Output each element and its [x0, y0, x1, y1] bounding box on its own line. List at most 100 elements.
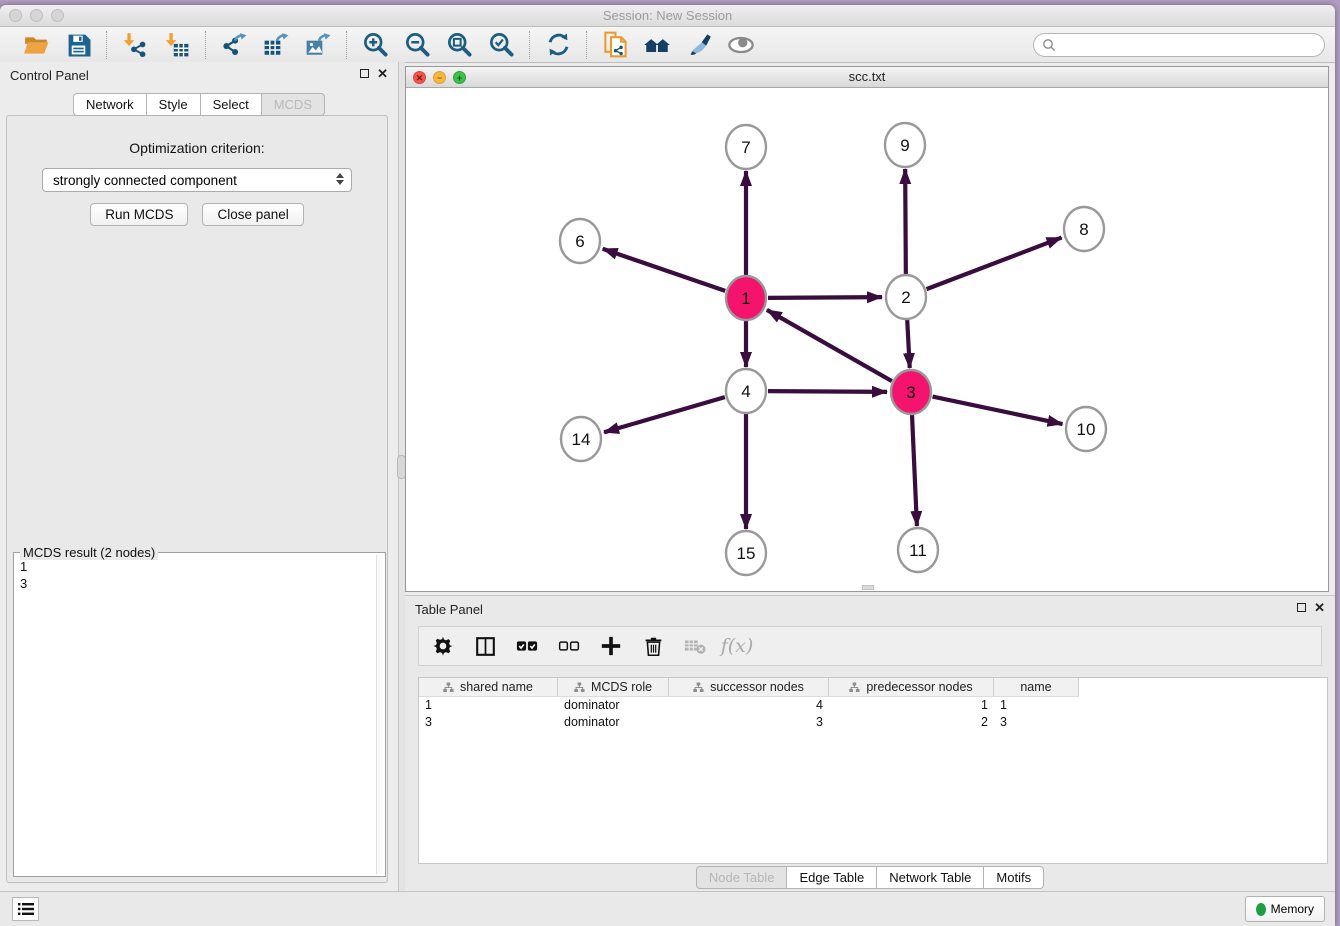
edge-1-2[interactable]: [768, 297, 882, 298]
edge-3-11[interactable]: [912, 414, 917, 526]
node-9[interactable]: 9: [885, 123, 925, 167]
export-table-icon[interactable]: [262, 31, 290, 59]
node-1[interactable]: 1: [726, 276, 766, 320]
tab-select[interactable]: Select: [201, 93, 262, 116]
table-toolbar: f(x): [418, 626, 1322, 666]
tab-motifs[interactable]: Motifs: [984, 866, 1044, 889]
zoom-window-icon[interactable]: [51, 9, 64, 22]
control-panel: Control Panel ✕ NetworkStyleSelectMCDS O…: [0, 62, 399, 891]
zoom-fit-icon[interactable]: [445, 31, 473, 59]
import-table-icon[interactable]: [163, 31, 191, 59]
node-3[interactable]: 3: [891, 370, 931, 414]
result-scrollbar[interactable]: [376, 555, 383, 874]
zoom-out-icon[interactable]: [403, 31, 431, 59]
canvas-resize-handle[interactable]: [862, 585, 874, 590]
control-panel-title: Control Panel: [10, 68, 89, 83]
float-panel-icon[interactable]: [360, 69, 369, 78]
column-header-shared-name[interactable]: shared name: [419, 678, 558, 697]
cell-name[interactable]: 1: [994, 697, 1079, 714]
node-10[interactable]: 10: [1066, 407, 1106, 451]
tab-style[interactable]: Style: [147, 93, 201, 116]
add-icon[interactable]: [599, 634, 623, 658]
save-icon[interactable]: [64, 31, 92, 59]
edge-4-14[interactable]: [604, 397, 725, 432]
network-maximize-icon[interactable]: +: [453, 71, 466, 84]
cell-successor_nodes[interactable]: 3: [669, 714, 829, 731]
search-field[interactable]: [1033, 33, 1325, 57]
cell-shared_name[interactable]: 3: [419, 714, 558, 731]
zoom-selected-icon[interactable]: [487, 31, 515, 59]
memory-button[interactable]: Memory: [1245, 896, 1325, 922]
edge-4-3[interactable]: [768, 391, 887, 392]
columns-icon[interactable]: [473, 634, 497, 658]
tab-edge-table[interactable]: Edge Table: [787, 866, 877, 889]
run-mcds-button[interactable]: Run MCDS: [90, 203, 188, 226]
network-view-window: ✕ − + scc.txt 1 2 3 4 6 7 8 9 10 11 14 15: [405, 66, 1329, 592]
select-all-icon[interactable]: [515, 634, 539, 658]
edge-2-8[interactable]: [927, 238, 1062, 290]
edge-3-1[interactable]: [767, 310, 892, 381]
node-14[interactable]: 14: [561, 417, 601, 461]
network-minimize-icon[interactable]: −: [433, 71, 446, 84]
column-header-name[interactable]: name: [994, 678, 1079, 697]
cell-name[interactable]: 3: [994, 714, 1079, 731]
criterion-value: strongly connected component: [53, 173, 237, 188]
vizmapper-icon[interactable]: [685, 31, 713, 59]
svg-text:7: 7: [741, 138, 750, 157]
window-titlebar: Session: New Session: [0, 5, 1335, 27]
network-close-icon[interactable]: ✕: [413, 71, 426, 84]
gear-icon[interactable]: [431, 634, 455, 658]
column-header-predecessor-nodes[interactable]: predecessor nodes: [829, 678, 994, 697]
edge-3-10[interactable]: [933, 397, 1063, 424]
export-image-icon[interactable]: [304, 31, 332, 59]
table-row[interactable]: 1dominator411: [419, 697, 1327, 714]
deselect-all-icon[interactable]: [557, 634, 581, 658]
network-canvas[interactable]: 1 2 3 4 6 7 8 9 10 11 14 15: [406, 88, 1328, 591]
column-header-successor-nodes[interactable]: successor nodes: [669, 678, 829, 697]
criterion-dropdown[interactable]: strongly connected component: [42, 168, 352, 192]
node-15[interactable]: 15: [726, 531, 766, 575]
cell-mcds_role[interactable]: dominator: [558, 714, 669, 731]
open-folder-icon[interactable]: [22, 31, 50, 59]
delete-icon[interactable]: [641, 634, 665, 658]
close-panel-button[interactable]: Close panel: [202, 203, 303, 226]
cell-mcds_role[interactable]: dominator: [558, 697, 669, 714]
tab-node-table[interactable]: Node Table: [696, 866, 788, 889]
node-4[interactable]: 4: [726, 369, 766, 413]
export-network-icon[interactable]: [220, 31, 248, 59]
network-window-titlebar: ✕ − + scc.txt: [406, 67, 1328, 88]
close-window-icon[interactable]: [9, 9, 22, 22]
zoom-in-icon[interactable]: [361, 31, 389, 59]
node-8[interactable]: 8: [1064, 207, 1104, 251]
edge-2-3[interactable]: [907, 319, 910, 368]
cell-successor_nodes[interactable]: 4: [669, 697, 829, 714]
close-panel-icon[interactable]: ✕: [377, 68, 388, 79]
table-row[interactable]: 3dominator323: [419, 714, 1327, 731]
cell-predecessor_nodes[interactable]: 1: [829, 697, 994, 714]
search-input[interactable]: [1056, 36, 1324, 54]
tab-network-table[interactable]: Network Table: [877, 866, 984, 889]
close-table-panel-icon[interactable]: ✕: [1314, 602, 1325, 613]
edge-2-9[interactable]: [905, 169, 906, 275]
cell-shared_name[interactable]: 1: [419, 697, 558, 714]
show-hide-icon[interactable]: [727, 31, 755, 59]
node-6[interactable]: 6: [560, 219, 600, 263]
edge-1-6[interactable]: [603, 249, 725, 291]
task-history-button[interactable]: [12, 897, 39, 921]
tab-mcds[interactable]: MCDS: [262, 93, 325, 116]
refresh-layout-icon[interactable]: [544, 31, 572, 59]
import-network-icon[interactable]: [121, 31, 149, 59]
cell-predecessor_nodes[interactable]: 2: [829, 714, 994, 731]
float-table-panel-icon[interactable]: [1297, 603, 1306, 612]
first-neighbors-icon[interactable]: [643, 31, 671, 59]
minimize-window-icon[interactable]: [30, 9, 43, 22]
node-7[interactable]: 7: [726, 125, 766, 169]
column-header-MCDS-role[interactable]: MCDS role: [558, 678, 669, 697]
mcds-result-list[interactable]: 13: [16, 556, 375, 874]
node-2[interactable]: 2: [886, 275, 926, 319]
svg-text:9: 9: [900, 136, 909, 155]
mcds-panel: Optimization criterion: strongly connect…: [6, 115, 388, 883]
node-11[interactable]: 11: [898, 528, 938, 572]
tab-network[interactable]: Network: [73, 93, 147, 116]
clone-network-icon[interactable]: [601, 31, 629, 59]
